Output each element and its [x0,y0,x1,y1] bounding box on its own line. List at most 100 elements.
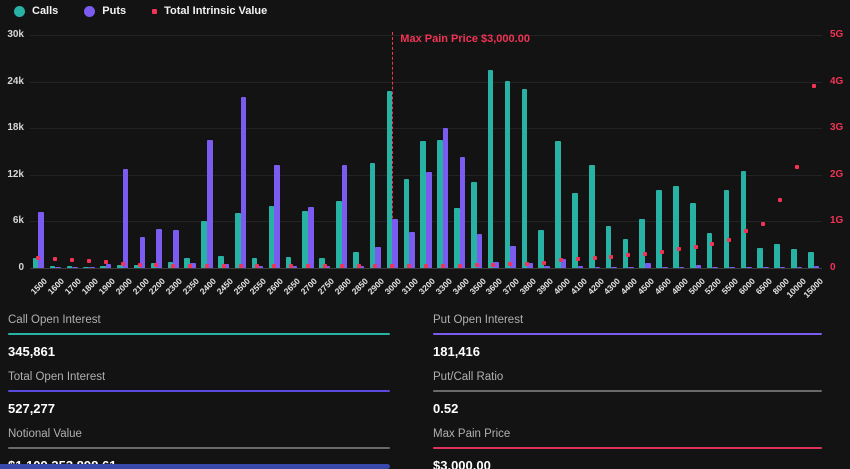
calls-bar[interactable] [673,186,679,268]
puts-bar[interactable] [55,267,61,268]
puts-bar[interactable] [342,165,348,268]
intrinsic-value-dot[interactable] [289,264,293,268]
intrinsic-value-dot[interactable] [53,257,57,261]
puts-bar[interactable] [392,219,398,268]
puts-bar[interactable] [72,267,78,268]
calls-bar[interactable] [606,226,612,268]
calls-bar[interactable] [741,171,747,268]
puts-bar[interactable] [409,232,415,268]
intrinsic-value-dot[interactable] [542,261,546,265]
intrinsic-value-dot[interactable] [171,264,175,268]
puts-bar[interactable] [595,267,601,268]
puts-bar[interactable] [780,267,786,268]
calls-bar[interactable] [471,182,477,268]
intrinsic-value-dot[interactable] [340,264,344,268]
calls-bar[interactable] [690,203,696,268]
legend-item-calls[interactable]: Calls [14,5,58,17]
intrinsic-value-dot[interactable] [609,255,613,259]
calls-bar[interactable] [774,244,780,268]
legend-item-puts[interactable]: Puts [84,5,126,17]
intrinsic-value-dot[interactable] [795,165,799,169]
puts-bar[interactable] [763,267,769,268]
puts-bar[interactable] [274,165,280,268]
calls-bar[interactable] [454,208,460,268]
intrinsic-value-dot[interactable] [593,256,597,260]
calls-bar[interactable] [235,213,241,268]
puts-bar[interactable] [123,169,129,268]
intrinsic-value-dot[interactable] [70,258,74,262]
calls-bar[interactable] [100,266,106,268]
puts-bar[interactable] [712,267,718,268]
calls-bar[interactable] [639,219,645,268]
intrinsic-value-dot[interactable] [255,264,259,268]
intrinsic-value-dot[interactable] [222,264,226,268]
intrinsic-value-dot[interactable] [424,264,428,268]
intrinsic-value-dot[interactable] [407,264,411,268]
intrinsic-value-dot[interactable] [357,264,361,268]
calls-bar[interactable] [724,190,730,268]
puts-bar[interactable] [696,265,702,268]
puts-bar[interactable] [544,266,550,268]
intrinsic-value-dot[interactable] [188,264,192,268]
intrinsic-value-dot[interactable] [660,250,664,254]
puts-bar[interactable] [443,128,449,268]
puts-bar[interactable] [426,172,432,268]
puts-bar[interactable] [308,207,314,268]
calls-bar[interactable] [522,89,528,268]
intrinsic-value-dot[interactable] [694,245,698,249]
intrinsic-value-dot[interactable] [727,238,731,242]
intrinsic-value-dot[interactable] [475,263,479,267]
intrinsic-value-dot[interactable] [154,263,158,267]
intrinsic-value-dot[interactable] [677,247,681,251]
calls-bar[interactable] [707,233,713,268]
puts-bar[interactable] [746,267,752,268]
puts-bar[interactable] [156,229,162,268]
intrinsic-value-dot[interactable] [306,264,310,268]
calls-bar[interactable] [808,252,814,268]
puts-bar[interactable] [797,267,803,268]
puts-bar[interactable] [628,267,634,268]
intrinsic-value-dot[interactable] [576,257,580,261]
calls-bar[interactable] [505,81,511,268]
puts-bar[interactable] [814,266,820,268]
intrinsic-value-dot[interactable] [239,264,243,268]
intrinsic-value-dot[interactable] [491,263,495,267]
calls-bar[interactable] [488,70,494,268]
intrinsic-value-dot[interactable] [104,260,108,264]
intrinsic-value-dot[interactable] [205,264,209,268]
puts-bar[interactable] [207,140,213,268]
intrinsic-value-dot[interactable] [761,222,765,226]
puts-bar[interactable] [89,267,95,268]
puts-bar[interactable] [611,267,617,268]
bottom-progress-bar[interactable] [0,464,390,469]
puts-bar[interactable] [106,264,112,268]
intrinsic-value-dot[interactable] [508,262,512,266]
intrinsic-value-dot[interactable] [559,258,563,262]
calls-bar[interactable] [791,249,797,268]
intrinsic-value-dot[interactable] [87,259,91,263]
intrinsic-value-dot[interactable] [272,264,276,268]
calls-bar[interactable] [555,141,561,268]
intrinsic-value-dot[interactable] [710,242,714,246]
puts-bar[interactable] [679,267,685,268]
calls-bar[interactable] [656,190,662,268]
puts-bar[interactable] [173,230,179,268]
puts-bar[interactable] [578,266,584,268]
intrinsic-value-dot[interactable] [138,263,142,267]
intrinsic-value-dot[interactable] [626,253,630,257]
intrinsic-value-dot[interactable] [373,264,377,268]
intrinsic-value-dot[interactable] [390,264,394,268]
intrinsic-value-dot[interactable] [323,264,327,268]
puts-bar[interactable] [460,157,466,268]
intrinsic-value-dot[interactable] [812,84,816,88]
puts-bar[interactable] [241,97,247,268]
intrinsic-value-dot[interactable] [441,264,445,268]
puts-bar[interactable] [645,263,651,268]
legend-item-total-intrinsic-value[interactable]: Total Intrinsic Value [152,5,267,17]
calls-bar[interactable] [336,201,342,268]
intrinsic-value-dot[interactable] [778,198,782,202]
intrinsic-value-dot[interactable] [744,229,748,233]
intrinsic-value-dot[interactable] [525,262,529,266]
intrinsic-value-dot[interactable] [458,264,462,268]
puts-bar[interactable] [662,267,668,268]
